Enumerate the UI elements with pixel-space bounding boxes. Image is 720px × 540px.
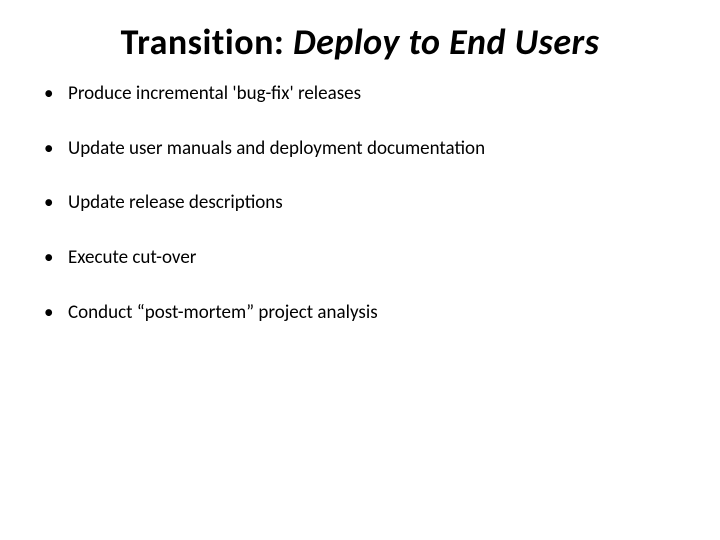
title-suffix: Deploy to End Users [293, 20, 599, 64]
bullet-item: Update user manuals and deployment docum… [44, 137, 690, 162]
bullet-item: Produce incremental 'bug-fix' releases [44, 82, 690, 107]
slide-title: Transition: Deploy to End Users [30, 20, 690, 64]
bullet-item: Conduct “post-mortem” project analysis [44, 301, 690, 326]
title-prefix: Transition: [121, 20, 293, 64]
bullet-item: Update release descriptions [44, 191, 690, 216]
bullet-item: Execute cut-over [44, 246, 690, 271]
bullet-list: Produce incremental 'bug-fix' releases U… [30, 82, 690, 325]
